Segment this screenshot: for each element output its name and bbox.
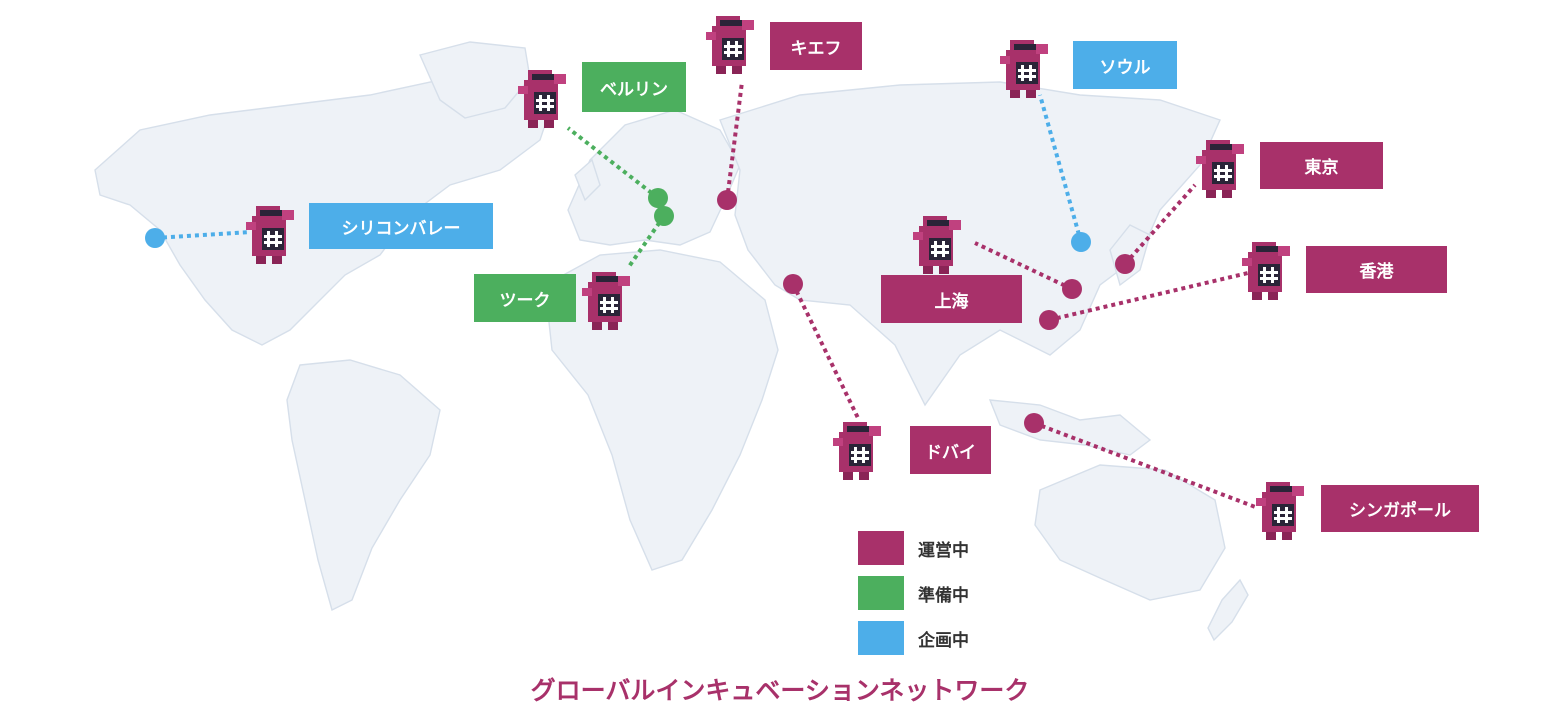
southeast-asia-islands: [988, 399, 1152, 456]
label-dubai[interactable]: ドバイ: [910, 426, 991, 474]
label-shanghai[interactable]: 上海: [881, 275, 1022, 323]
page-title: グローバルインキュベーションネットワーク: [530, 676, 1030, 705]
legend-preparing: 準備中: [858, 576, 969, 610]
dot-kiev: [717, 190, 737, 210]
label-tokyo[interactable]: 東京: [1260, 142, 1383, 189]
label-seoul[interactable]: ソウル: [1073, 41, 1177, 89]
label-silicon-valley[interactable]: シリコンバレー: [309, 203, 493, 249]
legend-label-preparing: 準備中: [918, 585, 969, 606]
legend-swatch-preparing: [858, 576, 904, 610]
legend-label-planning: 企画中: [918, 630, 969, 651]
hash-mascot-icon: [1242, 242, 1290, 300]
hash-mascot-icon: [706, 16, 754, 74]
australia: [1034, 464, 1226, 601]
dot-singapore: [1024, 413, 1044, 433]
legend-operating: 運営中: [858, 531, 969, 565]
dot-seoul: [1071, 232, 1091, 252]
legend-label-operating: 運営中: [918, 540, 969, 561]
new-zealand: [1207, 578, 1249, 642]
dot-silicon-valley: [145, 228, 165, 248]
continents: [94, 41, 1249, 642]
legend-planning: 企画中: [858, 621, 969, 655]
dot-berlin: [648, 188, 668, 208]
dot-shanghai: [1062, 279, 1082, 299]
dot-hongkong: [1039, 310, 1059, 330]
world-map: [94, 16, 1304, 642]
label-berlin[interactable]: ベルリン: [582, 62, 686, 112]
dot-zug: [654, 206, 674, 226]
hash-mascot-icon: [833, 422, 881, 480]
legend-swatch-operating: [858, 531, 904, 565]
south-america: [286, 359, 441, 612]
label-hongkong[interactable]: 香港: [1306, 246, 1447, 293]
label-zug[interactable]: ツーク: [474, 274, 576, 322]
legend-swatch-planning: [858, 621, 904, 655]
hash-mascot-icon: [1256, 482, 1304, 540]
label-kiev[interactable]: キエフ: [770, 22, 862, 70]
dot-tokyo: [1115, 254, 1135, 274]
africa: [544, 249, 779, 571]
dot-dubai: [783, 274, 803, 294]
label-singapore[interactable]: シンガポール: [1321, 485, 1479, 532]
